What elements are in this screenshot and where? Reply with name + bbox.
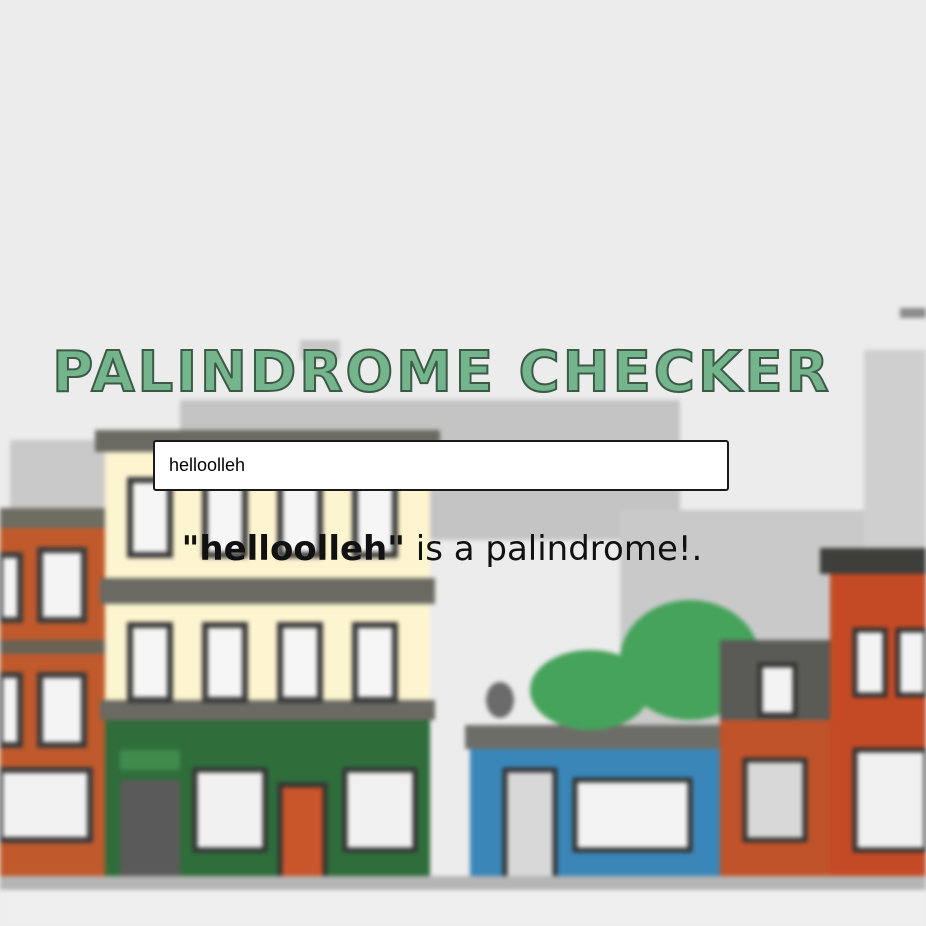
page-title: PALINDROME CHECKER (51, 339, 832, 406)
result-message: "helloolleh" is a palindrome!. (0, 528, 884, 570)
word-input[interactable] (153, 440, 729, 491)
result-text: is a palindrome!. (404, 529, 703, 569)
result-word: "helloolleh" (181, 529, 405, 569)
